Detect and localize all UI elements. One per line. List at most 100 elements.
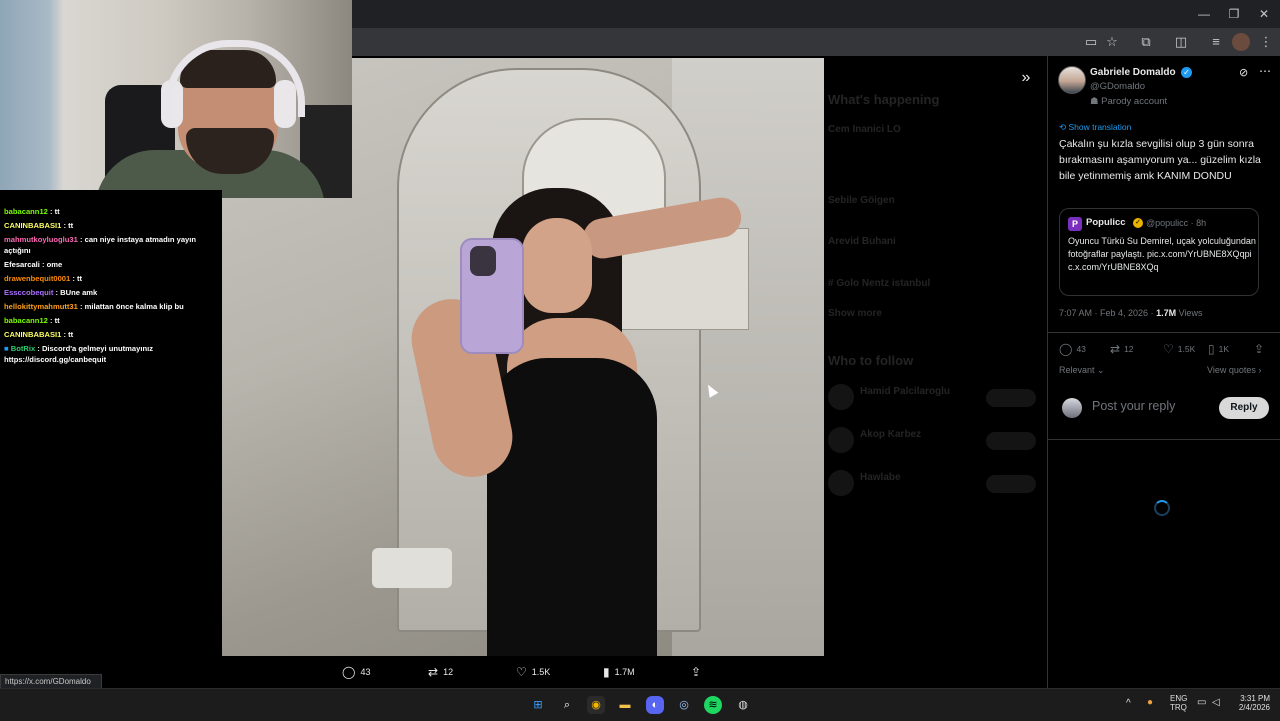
media-views-button[interactable]: ▮ 1.7M — [603, 664, 635, 680]
trend-item: # Golo Nentz istanbul — [828, 278, 931, 289]
file-explorer-icon[interactable]: ▬ — [616, 696, 634, 714]
star-icon[interactable]: ☆ — [1103, 33, 1121, 51]
heart-icon: ♡ — [516, 665, 527, 679]
trend-item: Arevid Buhani — [828, 236, 896, 247]
chat-text: tt — [54, 316, 60, 325]
view-quotes-text: View quotes — [1207, 365, 1256, 375]
microphone-icon[interactable]: ● — [1147, 697, 1153, 708]
media-retweet-button[interactable]: ⇄ 12 — [428, 664, 453, 680]
sort-label: Relevant — [1059, 365, 1095, 375]
chat-text: ome — [46, 260, 63, 269]
photo-dress — [487, 358, 657, 656]
network-icon[interactable]: ▭ — [1197, 697, 1206, 708]
author-avatar[interactable] — [1058, 66, 1086, 94]
who-to-follow-heading: Who to follow — [828, 353, 914, 368]
populicc-logo: P — [1068, 217, 1082, 231]
media-like-button[interactable]: ♡ 1.5K — [516, 664, 550, 680]
analytics-icon: ▮ — [603, 665, 610, 679]
sidepanel-icon[interactable]: ◫ — [1172, 33, 1190, 51]
follow-button — [986, 432, 1036, 450]
profile-avatar[interactable] — [1232, 33, 1250, 51]
collapse-panel-icon[interactable]: » — [1016, 68, 1036, 88]
reply-icon: ◯ — [1059, 342, 1073, 356]
volume-icon[interactable]: ◁ — [1212, 697, 1220, 708]
bookmark-count: 1K — [1218, 344, 1230, 354]
view-quotes-link[interactable]: View quotes › — [1207, 365, 1261, 375]
chat-text: tt — [68, 330, 74, 339]
quoted-tweet[interactable]: P Populicc ✓ @populicc · 8h Oyuncu Türkü… — [1059, 208, 1259, 296]
menu-icon[interactable]: ⋮ — [1257, 33, 1275, 51]
time-text: 3:31 PM — [1240, 694, 1270, 703]
maximize-button[interactable]: ❐ — [1220, 4, 1248, 24]
media-icon[interactable]: ≡ — [1207, 33, 1225, 51]
minimize-button[interactable]: — — [1190, 4, 1218, 24]
media-share-button[interactable]: ⇪ — [691, 664, 701, 680]
quoted-handle-time: @populicc · 8h — [1146, 218, 1207, 228]
media-reply-button[interactable]: ◯ 43 — [342, 664, 370, 680]
chevron-up-icon[interactable]: ^ — [1126, 698, 1131, 709]
timestamp-text: 7:07 AM · Feb 4, 2026 · — [1059, 308, 1157, 318]
retweet-icon: ⇄ — [1110, 342, 1121, 356]
clock[interactable]: 3:31 PM 2/4/2026 — [1236, 694, 1270, 712]
chat-username: Efesarcali — [4, 260, 40, 269]
webcam-overlay — [0, 0, 352, 198]
author-handle[interactable]: @GDomaldo — [1090, 81, 1145, 92]
chat-text: tt — [54, 207, 60, 216]
reply-submit-button[interactable]: Reply — [1219, 397, 1269, 419]
chat-text: milattan önce kalma klip bu — [84, 302, 184, 311]
language-indicator[interactable]: ENG TRQ — [1170, 694, 1187, 712]
verified-gold-icon: ✓ — [1133, 218, 1143, 228]
retweet-button[interactable]: ⇄ 12 — [1110, 342, 1134, 356]
more-options-icon[interactable]: ⋯ — [1259, 64, 1271, 78]
follow-button — [986, 389, 1036, 407]
chat-username: hellokittymahmutt31 — [4, 302, 78, 311]
search-icon[interactable]: ⌕ — [558, 696, 576, 714]
verified-icon: ✓ — [1181, 67, 1192, 78]
chat-text: tt — [77, 274, 83, 283]
avatar — [828, 470, 854, 496]
obs-icon[interactable]: ◍ — [734, 696, 752, 714]
like-button[interactable]: ♡ 1.5K — [1163, 342, 1195, 356]
quoted-text: Oyuncu Türkü Su Demirel, uçak yolculuğun… — [1068, 236, 1256, 272]
chrome-icon[interactable]: ◉ — [587, 696, 605, 714]
photo-sink — [372, 548, 452, 588]
windows-start-icon[interactable]: ⊞ — [529, 696, 547, 714]
chevron-right-icon: › — [1258, 365, 1262, 375]
close-window-button[interactable]: ✕ — [1250, 4, 1278, 24]
bookmark-button[interactable]: ▯ 1K — [1208, 342, 1229, 356]
grok-icon[interactable]: ⊘ — [1239, 66, 1248, 79]
whats-happening-heading: What's happening — [828, 92, 940, 107]
region-code: TRQ — [1170, 703, 1187, 712]
spotify-icon[interactable]: ≋ — [704, 696, 722, 714]
extensions-icon[interactable]: ⧉ — [1137, 33, 1155, 51]
views-number: 1.7M — [1156, 308, 1177, 318]
like-count: 1.5K — [531, 667, 551, 677]
show-translation-link[interactable]: ⟲ Show translation — [1059, 122, 1131, 133]
retweet-count: 12 — [1124, 344, 1134, 354]
views-count: 1.7M — [614, 667, 635, 677]
views-label: Views — [1178, 308, 1203, 318]
bookmark-icon: ▯ — [1208, 342, 1215, 356]
trend-item: Sebile Göigen — [828, 195, 895, 206]
reply-input[interactable]: Post your reply — [1092, 399, 1175, 413]
chat-message: CANINBABASI1 : tt — [4, 330, 74, 339]
author-name[interactable]: Gabriele Domaldo — [1090, 67, 1176, 78]
chat-text: tt — [68, 221, 74, 230]
reply-count: 43 — [1076, 344, 1086, 354]
steam-icon[interactable]: ◎ — [675, 696, 693, 714]
retweet-icon: ⇄ — [428, 665, 439, 679]
chat-message: hellokittymahmutt31 : milattan önce kalm… — [4, 302, 184, 311]
photo-face — [522, 218, 592, 313]
discord-icon[interactable]: ◐ — [646, 696, 664, 714]
reply-button[interactable]: ◯ 43 — [1059, 342, 1086, 356]
date-text: 2/4/2026 — [1238, 703, 1270, 712]
chat-username: drawenbequit0001 — [4, 274, 71, 283]
follow-name: Akop Karbez — [860, 429, 922, 440]
photo-phone-camera — [470, 246, 496, 276]
chat-username: BotRix — [10, 344, 36, 353]
share-button[interactable]: ⇪ — [1254, 342, 1264, 356]
avatar — [828, 384, 854, 410]
sort-dropdown[interactable]: Relevant ⌄ — [1059, 365, 1105, 376]
cast-icon[interactable]: ▭ — [1082, 33, 1100, 51]
heart-icon: ♡ — [1163, 342, 1174, 356]
